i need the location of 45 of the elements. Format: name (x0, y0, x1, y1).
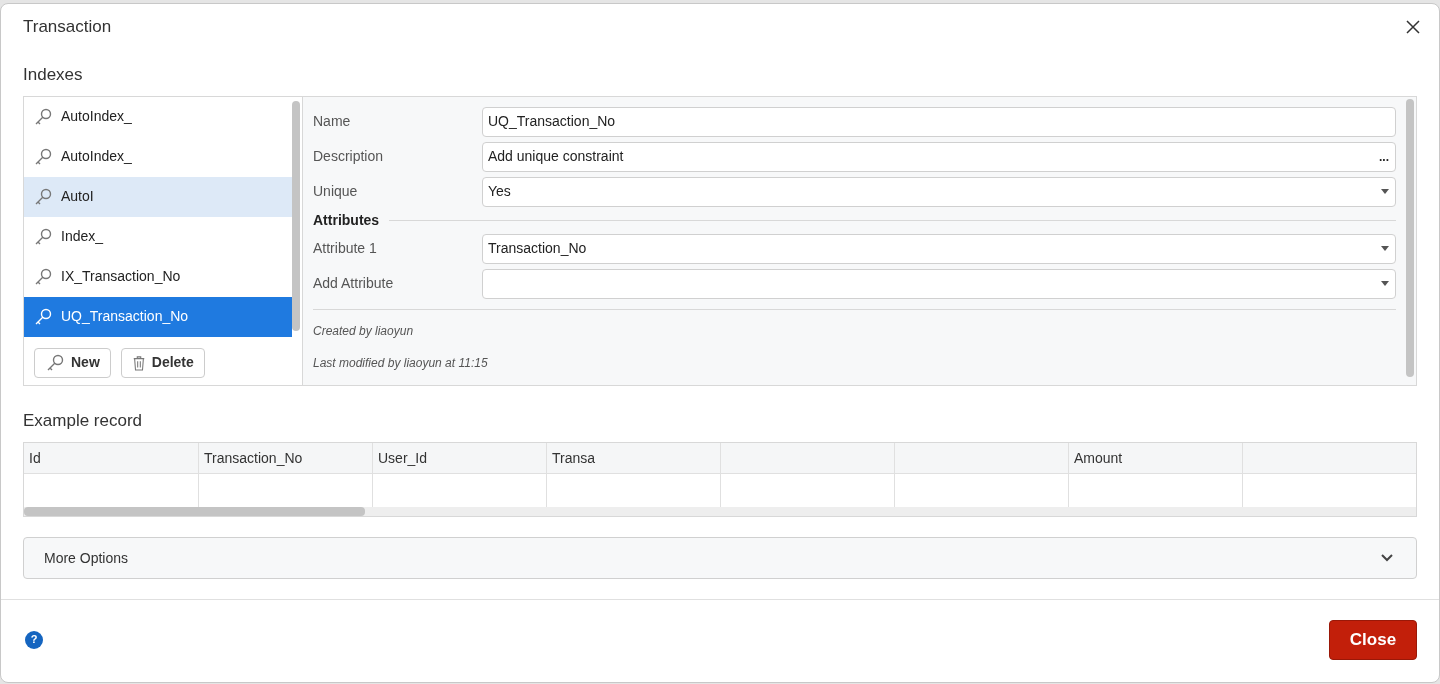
key-icon (33, 266, 53, 287)
section-heading: Indexes (23, 65, 83, 84)
new-button[interactable]: New (34, 347, 111, 378)
help-icon[interactable]: ? (25, 630, 43, 649)
index-item[interactable]: UQ_Transaction_No (24, 296, 292, 337)
column-header: Id (29, 448, 41, 468)
delete-button[interactable]: Delete (120, 347, 205, 378)
dropdown-arrow-icon (1381, 189, 1389, 194)
dropdown[interactable] (482, 268, 1396, 299)
section-label: Attributes (313, 211, 380, 230)
key-icon (33, 226, 53, 247)
column-header: Transaction_No (204, 448, 303, 468)
key-icon (33, 186, 53, 207)
field-label: Unique (313, 182, 359, 201)
column-header: Amount (1074, 448, 1123, 468)
dropdown-arrow-icon (1381, 281, 1389, 286)
dropdown[interactable]: Yes (482, 176, 1396, 207)
more-options-bar[interactable]: More Options (23, 537, 1417, 579)
scrollbar[interactable] (292, 100, 300, 331)
index-item[interactable]: AutoI (24, 176, 292, 217)
key-icon (33, 146, 53, 167)
scrollbar[interactable] (1406, 98, 1414, 377)
input-field[interactable]: UQ_Transaction_No (482, 106, 1396, 137)
close-button[interactable]: Close (1329, 619, 1417, 660)
column-header: Transa (552, 448, 596, 468)
more-options-label: More Options (44, 548, 129, 568)
column-header: User_Id (378, 448, 428, 468)
field-label: Name (313, 112, 352, 131)
modified-note: Last modified by liaoyun at 11:15 (313, 354, 489, 372)
scrollbar[interactable] (24, 507, 365, 516)
input-field[interactable]: Add unique constraint ... (482, 141, 1396, 172)
field-label: Description (313, 147, 385, 166)
section-heading: Example record (23, 410, 143, 430)
dropdown-arrow-icon (1381, 246, 1389, 251)
created-note: Created by liaoyun (313, 322, 415, 340)
field-label: Add Attribute (313, 274, 395, 293)
trash-icon (131, 354, 146, 371)
dropdown[interactable]: Transaction_No (482, 233, 1396, 264)
key-icon (33, 306, 53, 327)
key-icon (33, 106, 53, 127)
ellipsis-button[interactable]: ... (1379, 147, 1389, 166)
dialog-title: Transaction (23, 16, 112, 39)
field-label: Attribute 1 (313, 239, 378, 258)
close-icon[interactable] (1405, 19, 1421, 35)
key-icon (45, 352, 65, 373)
